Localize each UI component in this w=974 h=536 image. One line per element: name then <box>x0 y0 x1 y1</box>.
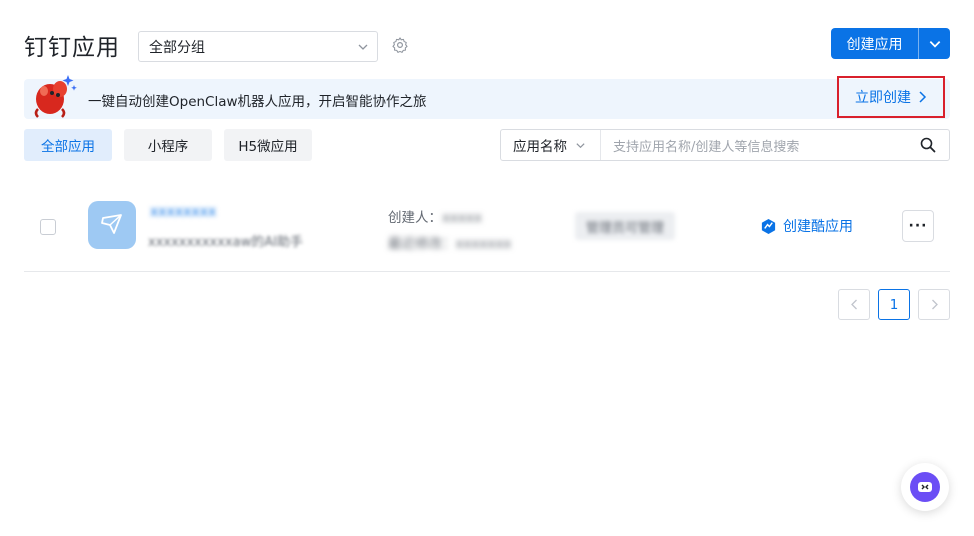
create-app-button[interactable]: 创建应用 <box>831 28 950 59</box>
tab-all-apps[interactable]: 全部应用 <box>24 129 112 161</box>
group-select-value: 全部分组 <box>149 39 205 56</box>
role-badge: 管理员可管理 <box>575 212 675 240</box>
table-row: xxxxxxxx xxxxxxxxxxxaw的AI助手 创建人：xxxxx 最近… <box>24 186 950 272</box>
chevron-down-icon <box>576 142 585 148</box>
app-description: xxxxxxxxxxxaw的AI助手 <box>148 235 303 250</box>
app-name[interactable]: xxxxxxxx <box>150 204 216 220</box>
search-icon[interactable] <box>919 136 937 154</box>
app-updated: 最近修改：xxxxxxx <box>388 236 512 252</box>
chevron-down-icon <box>358 44 368 50</box>
chevron-right-icon <box>931 299 938 310</box>
lobster-mascot-icon <box>34 75 77 118</box>
creator-value: xxxxx <box>442 210 482 226</box>
promo-banner: 一键自动创建OpenClaw机器人应用，开启智能协作之旅 立即创建 <box>24 75 950 119</box>
search-field-label: 应用名称 <box>513 139 567 155</box>
tab-h5-apps[interactable]: H5微应用 <box>224 129 312 161</box>
search-input[interactable]: 支持应用名称/创建人等信息搜索 <box>601 136 919 155</box>
search-bar: 应用名称 支持应用名称/创建人等信息搜索 <box>500 129 950 161</box>
more-actions-button[interactable]: ··· <box>902 210 934 242</box>
app-logo-icon[interactable] <box>88 201 136 249</box>
create-cool-app-link[interactable]: 创建酷应用 <box>760 216 853 236</box>
page-title: 钉钉应用 <box>24 35 120 61</box>
creator-label: 创建人： <box>388 210 442 226</box>
chevron-down-icon <box>929 40 940 48</box>
create-now-button[interactable]: 立即创建 <box>837 76 945 118</box>
app-logo-glyph-icon <box>101 214 122 234</box>
settings-icon[interactable] <box>391 36 409 54</box>
pagination-next[interactable] <box>918 289 950 320</box>
chevron-right-icon <box>919 91 927 103</box>
create-cool-app-label: 创建酷应用 <box>783 219 853 235</box>
create-now-label: 立即创建 <box>855 90 911 106</box>
tab-mini-programs[interactable]: 小程序 <box>124 129 212 161</box>
create-app-dropdown[interactable] <box>919 28 950 59</box>
group-select[interactable]: 全部分组 <box>138 31 378 62</box>
search-field-select[interactable]: 应用名称 <box>501 130 601 160</box>
chevron-left-icon <box>850 299 857 310</box>
row-checkbox[interactable] <box>40 219 56 235</box>
banner-message: 一键自动创建OpenClaw机器人应用，开启智能协作之旅 <box>88 94 427 110</box>
assistant-icon <box>910 472 940 502</box>
app-creator: 创建人：xxxxx <box>388 206 482 226</box>
create-app-label[interactable]: 创建应用 <box>831 28 919 59</box>
assistant-button[interactable] <box>901 463 949 511</box>
pagination-prev[interactable] <box>838 289 870 320</box>
pagination-page-current[interactable]: 1 <box>878 289 910 320</box>
cool-app-icon <box>761 218 776 234</box>
